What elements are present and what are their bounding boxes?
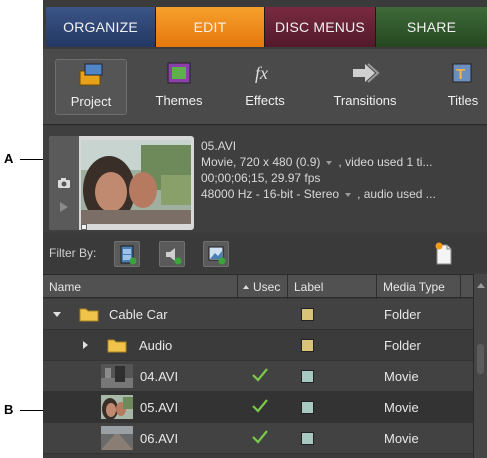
clip-audio-usage: , audio used ... (357, 187, 436, 201)
column-label-header[interactable]: Label (294, 280, 323, 294)
project-label: Project (70, 94, 112, 109)
effects-button[interactable]: fx Effects (233, 59, 297, 115)
row-media-type: Folder (384, 338, 421, 353)
clip-format: Movie, 720 x 480 (0.9) (201, 155, 321, 169)
label-swatch[interactable] (301, 370, 314, 383)
row-name: 04.AVI (140, 369, 179, 384)
table-row[interactable]: 04.AVI Movie (43, 361, 473, 392)
clip-filename: 05.AVI (201, 139, 237, 153)
preview-scrub-handle[interactable] (81, 224, 87, 230)
table-row[interactable]: 06.AVI Movie (43, 423, 473, 454)
row-name: Audio (139, 338, 173, 353)
clip-thumbnail (101, 426, 133, 450)
clip-duration: 00;00;06;15, 29.97 fps (201, 171, 321, 185)
new-item-icon[interactable] (435, 242, 453, 266)
tab-share[interactable]: SHARE (376, 7, 487, 47)
table-header: Name Usec Label Media Type (43, 274, 473, 299)
preview-thumbnail (81, 140, 191, 224)
row-media-type: Movie (384, 431, 419, 446)
edit-toolbar: Project Themes fx Effects Transitions T … (43, 49, 487, 125)
scroll-up-icon[interactable] (477, 283, 485, 288)
titles-label: Titles (447, 93, 479, 108)
scrollbar[interactable] (473, 274, 487, 458)
transitions-label: Transitions (333, 93, 397, 108)
titles-button[interactable]: T Titles (439, 59, 487, 115)
transitions-button[interactable]: Transitions (321, 59, 409, 115)
clip-video-usage: , video used 1 ti... (338, 155, 433, 169)
clip-preview: 05.AVI Movie, 720 x 480 (0.9) , video use… (43, 126, 487, 232)
themes-label: Themes (155, 93, 203, 108)
transitions-icon (350, 59, 380, 87)
label-swatch[interactable] (301, 432, 314, 445)
column-media-type-header[interactable]: Media Type (383, 280, 445, 294)
filter-video-button[interactable] (114, 241, 140, 267)
image-icon (208, 245, 226, 270)
row-media-type: Movie (384, 400, 419, 415)
clip-audio-format: 48000 Hz - 16-bit - Stereo (201, 187, 340, 201)
media-list: Cable Car Folder Audio Folder 04.AVI Mov… (43, 299, 473, 454)
effects-label: Effects (245, 93, 285, 108)
tab-organize[interactable]: ORGANIZE (46, 7, 156, 47)
tab-edit[interactable]: EDIT (156, 7, 265, 47)
themes-button[interactable]: Themes (147, 59, 211, 115)
filter-image-button[interactable] (203, 241, 229, 267)
expand-right-icon[interactable] (83, 341, 88, 349)
row-name: 05.AVI (140, 400, 179, 415)
clip-thumbnail (101, 395, 133, 419)
row-name: Cable Car (109, 307, 168, 322)
project-icon (76, 60, 106, 88)
label-swatch[interactable] (301, 308, 314, 321)
expand-down-icon[interactable] (53, 312, 61, 317)
check-icon (251, 429, 269, 445)
folder-icon (107, 337, 127, 353)
callout-a-line (20, 159, 43, 160)
scrollbar-thumb[interactable] (477, 344, 484, 374)
chevron-down-icon[interactable] (345, 193, 352, 197)
preview-frame (49, 136, 194, 230)
table-row[interactable]: Cable Car Folder (43, 299, 473, 330)
row-name: 06.AVI (140, 431, 179, 446)
check-icon (251, 367, 269, 383)
clip-thumbnail (101, 364, 133, 388)
tab-disc-menus[interactable]: DISC MENUS (265, 7, 376, 47)
project-button[interactable]: Project (55, 59, 127, 115)
label-swatch[interactable] (301, 401, 314, 414)
sort-ascending-icon[interactable] (243, 285, 249, 289)
clip-info: 05.AVI Movie, 720 x 480 (0.9) , video use… (201, 138, 481, 202)
callout-a-label: A (4, 151, 14, 166)
film-icon (119, 245, 137, 270)
table-row[interactable]: Audio Folder (43, 330, 473, 361)
column-used-header[interactable]: Usec (253, 280, 280, 294)
column-name-header[interactable]: Name (49, 280, 81, 294)
workspace-tabs: ORGANIZE EDIT DISC MENUS SHARE (43, 7, 487, 47)
row-media-type: Folder (384, 307, 421, 322)
folder-icon (79, 306, 99, 322)
filter-bar: Filter By: (43, 236, 487, 272)
chevron-down-icon[interactable] (326, 161, 333, 165)
effects-icon: fx (250, 59, 280, 87)
row-media-type: Movie (384, 369, 419, 384)
project-panel: ORGANIZE EDIT DISC MENUS SHARE Project T… (43, 0, 487, 458)
themes-icon (164, 59, 194, 87)
titles-icon: T (448, 59, 478, 87)
speaker-icon (164, 245, 182, 270)
label-swatch[interactable] (301, 339, 314, 352)
filter-label: Filter By: (49, 246, 97, 260)
check-icon (251, 398, 269, 414)
svg-text:fx: fx (255, 63, 268, 83)
table-row[interactable]: 05.AVI Movie (43, 392, 473, 423)
svg-text:T: T (456, 66, 465, 83)
camera-icon[interactable] (57, 176, 71, 194)
callout-b-label: B (4, 402, 14, 417)
filter-audio-button[interactable] (159, 241, 185, 267)
play-icon[interactable] (59, 200, 69, 218)
